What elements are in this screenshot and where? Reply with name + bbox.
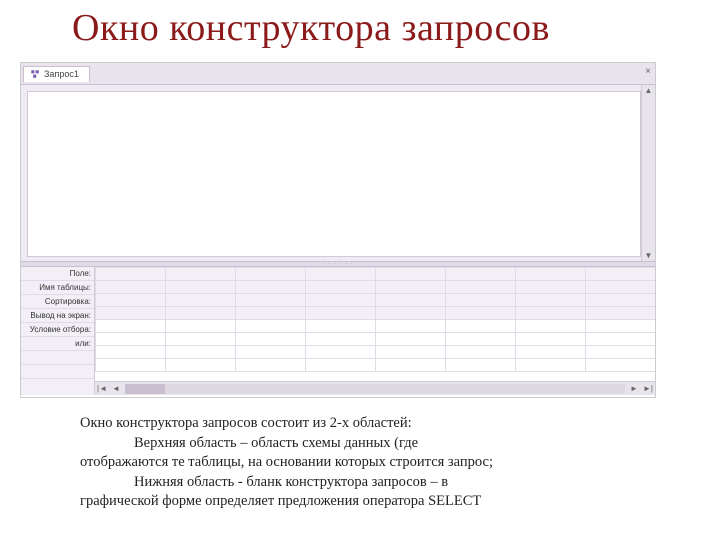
query-designer-window: Запрос1 × ▲ ▼ · · · · · · Поле: Имя табл… xyxy=(20,62,656,398)
table-row xyxy=(96,346,656,359)
design-grid[interactable]: |◄ ◄ ► ►| xyxy=(95,267,655,395)
row-header-criteria: Условие отбора: xyxy=(21,323,94,337)
horizontal-scrollbar[interactable]: |◄ ◄ ► ►| xyxy=(95,381,655,395)
table-row xyxy=(96,281,656,294)
grid-row-headers: Поле: Имя таблицы: Сортировка: Вывод на … xyxy=(21,267,95,395)
table-row xyxy=(96,307,656,320)
caption-line: Верхняя область – область схемы данных (… xyxy=(80,434,640,454)
row-header-or: или: xyxy=(21,337,94,351)
table-row xyxy=(96,359,656,372)
schema-pane[interactable]: ▲ ▼ xyxy=(21,85,655,261)
table-row xyxy=(96,294,656,307)
design-grid-pane: Поле: Имя таблицы: Сортировка: Вывод на … xyxy=(21,267,655,395)
scroll-track[interactable] xyxy=(125,384,625,394)
table-row xyxy=(96,268,656,281)
vertical-scrollbar[interactable]: ▲ ▼ xyxy=(641,85,655,261)
slide-title: Окно конструктора запросов xyxy=(0,0,720,56)
scroll-right-icon[interactable]: ► xyxy=(627,384,641,393)
row-header-sort: Сортировка: xyxy=(21,295,94,309)
scroll-thumb[interactable] xyxy=(125,384,165,394)
document-tabs: Запрос1 × xyxy=(21,63,655,85)
scroll-down-icon[interactable]: ▼ xyxy=(645,250,653,261)
close-icon[interactable]: × xyxy=(645,66,651,77)
query-icon xyxy=(30,69,40,79)
table-row xyxy=(96,333,656,346)
caption-line: Нижняя область - бланк конструктора запр… xyxy=(80,473,640,493)
table-row xyxy=(96,320,656,333)
caption-line: Окно конструктора запросов состоит из 2-… xyxy=(80,414,640,434)
row-header-show: Вывод на экран: xyxy=(21,309,94,323)
tab-query1[interactable]: Запрос1 xyxy=(23,66,90,82)
scroll-last-icon[interactable]: ►| xyxy=(641,384,655,393)
grid-table[interactable] xyxy=(95,267,655,372)
slide-caption: Окно конструктора запросов состоит из 2-… xyxy=(80,414,640,512)
row-header-field: Поле: xyxy=(21,267,94,281)
row-header-blank xyxy=(21,351,94,365)
row-header-table: Имя таблицы: xyxy=(21,281,94,295)
schema-canvas[interactable] xyxy=(27,91,641,257)
scroll-first-icon[interactable]: |◄ xyxy=(95,384,109,393)
tab-label: Запрос1 xyxy=(44,69,79,79)
caption-line: отображаются те таблицы, на основании ко… xyxy=(80,453,640,473)
scroll-left-icon[interactable]: ◄ xyxy=(109,384,123,393)
caption-line: графической форме определяет предложения… xyxy=(80,492,640,512)
row-header-blank xyxy=(21,365,94,379)
scroll-up-icon[interactable]: ▲ xyxy=(645,85,653,96)
